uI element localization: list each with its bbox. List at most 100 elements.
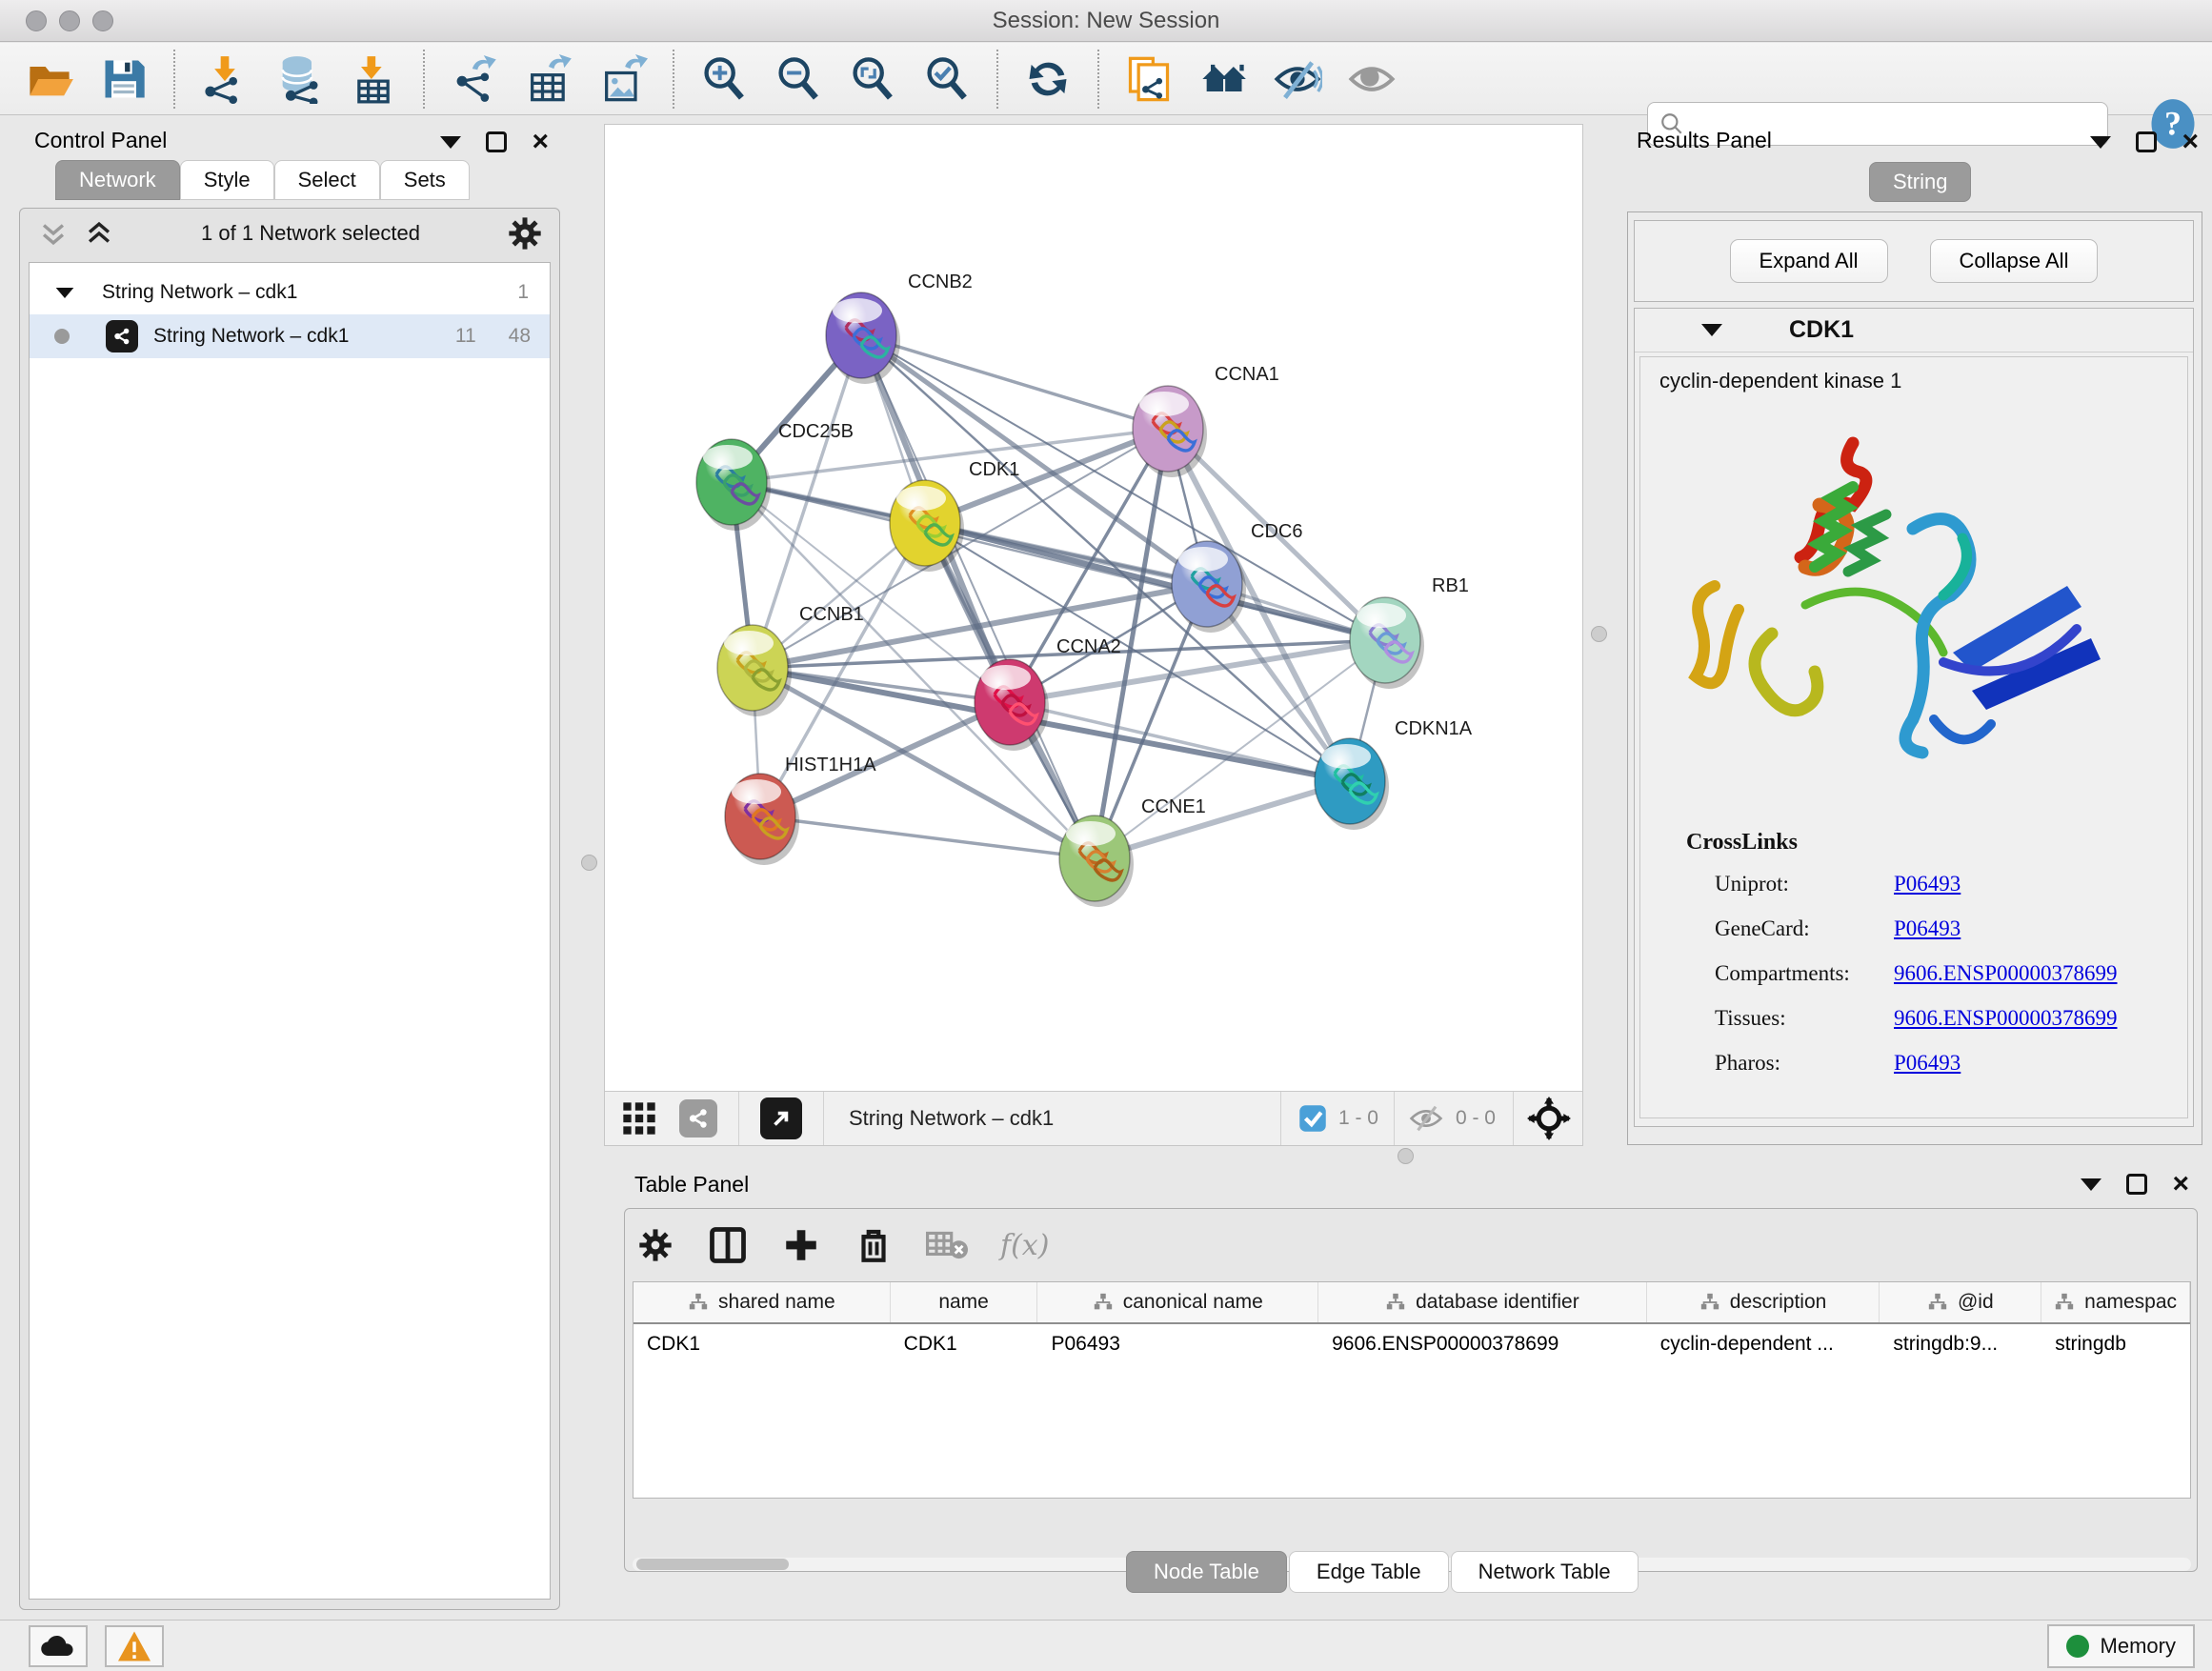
control-panel-close-icon[interactable]: × (532, 131, 549, 152)
tab-edge-table[interactable]: Edge Table (1289, 1551, 1449, 1593)
hide-panel-eye-icon[interactable] (1273, 54, 1322, 104)
node-label-ccna2: CCNA2 (1056, 636, 1121, 657)
tab-style[interactable]: Style (180, 160, 274, 200)
crosslink-link[interactable]: P06493 (1894, 872, 1961, 896)
tab-select[interactable]: Select (274, 160, 380, 200)
gene-collapse-icon[interactable] (1701, 324, 1722, 336)
network-node-cdkn1a[interactable]: CDKN1A (1315, 718, 1473, 830)
table-row[interactable]: CDK1CDK1P064939606.ENSP00000378699cyclin… (633, 1324, 2190, 1364)
network-edge[interactable] (760, 816, 1095, 858)
zoom-selected-icon[interactable] (922, 54, 972, 104)
collection-expand-icon[interactable] (56, 287, 74, 297)
import-network-icon[interactable] (200, 54, 250, 104)
left-splitter-grip[interactable] (581, 855, 597, 871)
tab-network-table[interactable]: Network Table (1451, 1551, 1639, 1593)
column-header-canonical-name[interactable]: canonical name (1037, 1282, 1318, 1322)
column-hierarchy-icon (1093, 1292, 1114, 1313)
table-panel-collapse-icon[interactable] (2081, 1178, 2101, 1191)
column-header-description[interactable]: description (1647, 1282, 1880, 1322)
show-columns-icon[interactable] (707, 1224, 749, 1266)
column-header-database-identifier[interactable]: database identifier (1318, 1282, 1647, 1322)
selected-checkbox-icon[interactable] (1298, 1104, 1327, 1133)
column-header-shared-name[interactable]: shared name (633, 1282, 891, 1322)
network-node-ccnb2[interactable]: CCNB2 (826, 272, 973, 384)
table-cell[interactable]: P06493 (1037, 1324, 1318, 1364)
table-panel-float-icon[interactable] (2126, 1174, 2147, 1195)
cloud-status-button[interactable] (29, 1625, 88, 1667)
column-hierarchy-icon (688, 1292, 709, 1313)
column-header-name[interactable]: name (891, 1282, 1038, 1322)
network-edge[interactable] (861, 335, 1168, 429)
zoom-out-icon[interactable] (774, 54, 823, 104)
node-label-ccna1: CCNA1 (1215, 364, 1279, 385)
table-options-gear-icon[interactable] (636, 1226, 674, 1264)
network-options-gear-icon[interactable] (506, 214, 544, 252)
memory-button[interactable]: Memory (2047, 1624, 2195, 1668)
network-node-rb1[interactable]: RB1 (1350, 575, 1469, 689)
crosslink-link[interactable]: P06493 (1894, 916, 1961, 941)
network-node-ccne1[interactable]: CCNE1 (1059, 796, 1206, 907)
column-header-namespac[interactable]: namespac (2041, 1282, 2190, 1322)
table-cell[interactable]: 9606.ENSP00000378699 (1318, 1324, 1647, 1364)
node-label-cdkn1a: CDKN1A (1395, 718, 1473, 739)
network-edge[interactable] (1095, 781, 1350, 858)
table-cell[interactable]: CDK1 (891, 1324, 1038, 1364)
network-node-hist1h1a[interactable]: HIST1H1A (725, 755, 876, 865)
warnings-button[interactable] (105, 1625, 164, 1667)
table-cell[interactable]: cyclin-dependent ... (1647, 1324, 1880, 1364)
table-cell[interactable]: stringdb (2041, 1324, 2190, 1364)
import-database-icon[interactable] (274, 54, 324, 104)
export-image-icon[interactable] (598, 54, 648, 104)
results-panel-collapse-icon[interactable] (2090, 136, 2111, 149)
birdseye-grid-icon[interactable] (620, 1099, 658, 1137)
delete-column-trash-icon[interactable] (854, 1225, 894, 1265)
node-label-cdc6: CDC6 (1251, 521, 1302, 542)
table-cell[interactable]: stringdb:9... (1880, 1324, 2041, 1364)
table-panel-close-icon[interactable]: × (2172, 1174, 2189, 1195)
show-panel-eye-icon[interactable] (1347, 54, 1397, 104)
refresh-icon[interactable] (1023, 54, 1073, 104)
gene-symbol: CDK1 (1789, 316, 1854, 344)
crosslink-link[interactable]: 9606.ENSP00000378699 (1894, 961, 2118, 986)
crosslink-link[interactable]: P06493 (1894, 1051, 1961, 1076)
network-canvas[interactable]: CCNB2CCNA1CDC25BCDK1CDC6RB1CCNB1CCNA2CDK… (605, 125, 1582, 1091)
crosslink-row: Tissues:9606.ENSP00000378699 (1715, 1006, 2172, 1031)
export-table-icon[interactable] (524, 54, 573, 104)
tab-node-table[interactable]: Node Table (1126, 1551, 1287, 1593)
column-hierarchy-icon (1927, 1292, 1948, 1313)
control-panel-collapse-icon[interactable] (440, 136, 461, 149)
network-collection-row[interactable]: String Network – cdk1 1 (30, 271, 550, 314)
collapse-all-networks-icon[interactable] (37, 217, 70, 250)
home-networks-icon[interactable] (1198, 54, 1248, 104)
open-session-icon[interactable] (25, 54, 74, 104)
open-view-in-window-icon[interactable] (760, 1097, 802, 1139)
node-table[interactable]: shared namenamecanonical namedatabase id… (633, 1281, 2191, 1499)
column-hierarchy-icon (1385, 1292, 1406, 1313)
table-cell[interactable]: CDK1 (633, 1324, 891, 1364)
zoom-in-icon[interactable] (699, 54, 749, 104)
string-protein-query-icon[interactable] (1124, 54, 1174, 104)
crosslink-row: Pharos:P06493 (1715, 1051, 2172, 1076)
tab-sets[interactable]: Sets (380, 160, 470, 200)
zoom-fit-icon[interactable] (848, 54, 897, 104)
expand-all-button[interactable]: Expand All (1730, 239, 1888, 283)
import-table-icon[interactable] (349, 54, 398, 104)
control-panel-float-icon[interactable] (486, 131, 507, 152)
network-node-ccna1[interactable]: CCNA1 (1133, 364, 1279, 477)
column-header--id[interactable]: @id (1880, 1282, 2041, 1322)
crosslink-link[interactable]: 9606.ENSP00000378699 (1894, 1006, 2118, 1031)
create-column-plus-icon[interactable] (781, 1225, 821, 1265)
right-splitter-grip[interactable] (1591, 626, 1607, 642)
scrollbar-thumb[interactable] (636, 1559, 789, 1570)
tab-network[interactable]: Network (55, 160, 180, 200)
save-session-icon[interactable] (99, 54, 149, 104)
expand-all-networks-icon[interactable] (83, 217, 115, 250)
collapse-all-button[interactable]: Collapse All (1930, 239, 2099, 283)
tab-string-results[interactable]: String (1869, 162, 1971, 202)
results-panel-float-icon[interactable] (2136, 131, 2157, 152)
results-panel-close-icon[interactable]: × (2182, 131, 2199, 152)
export-network-icon[interactable] (450, 54, 499, 104)
network-row[interactable]: String Network – cdk1 11 48 (30, 314, 550, 358)
fit-selected-crosshair-icon[interactable] (1527, 1097, 1571, 1140)
network-edge[interactable] (861, 335, 1095, 858)
